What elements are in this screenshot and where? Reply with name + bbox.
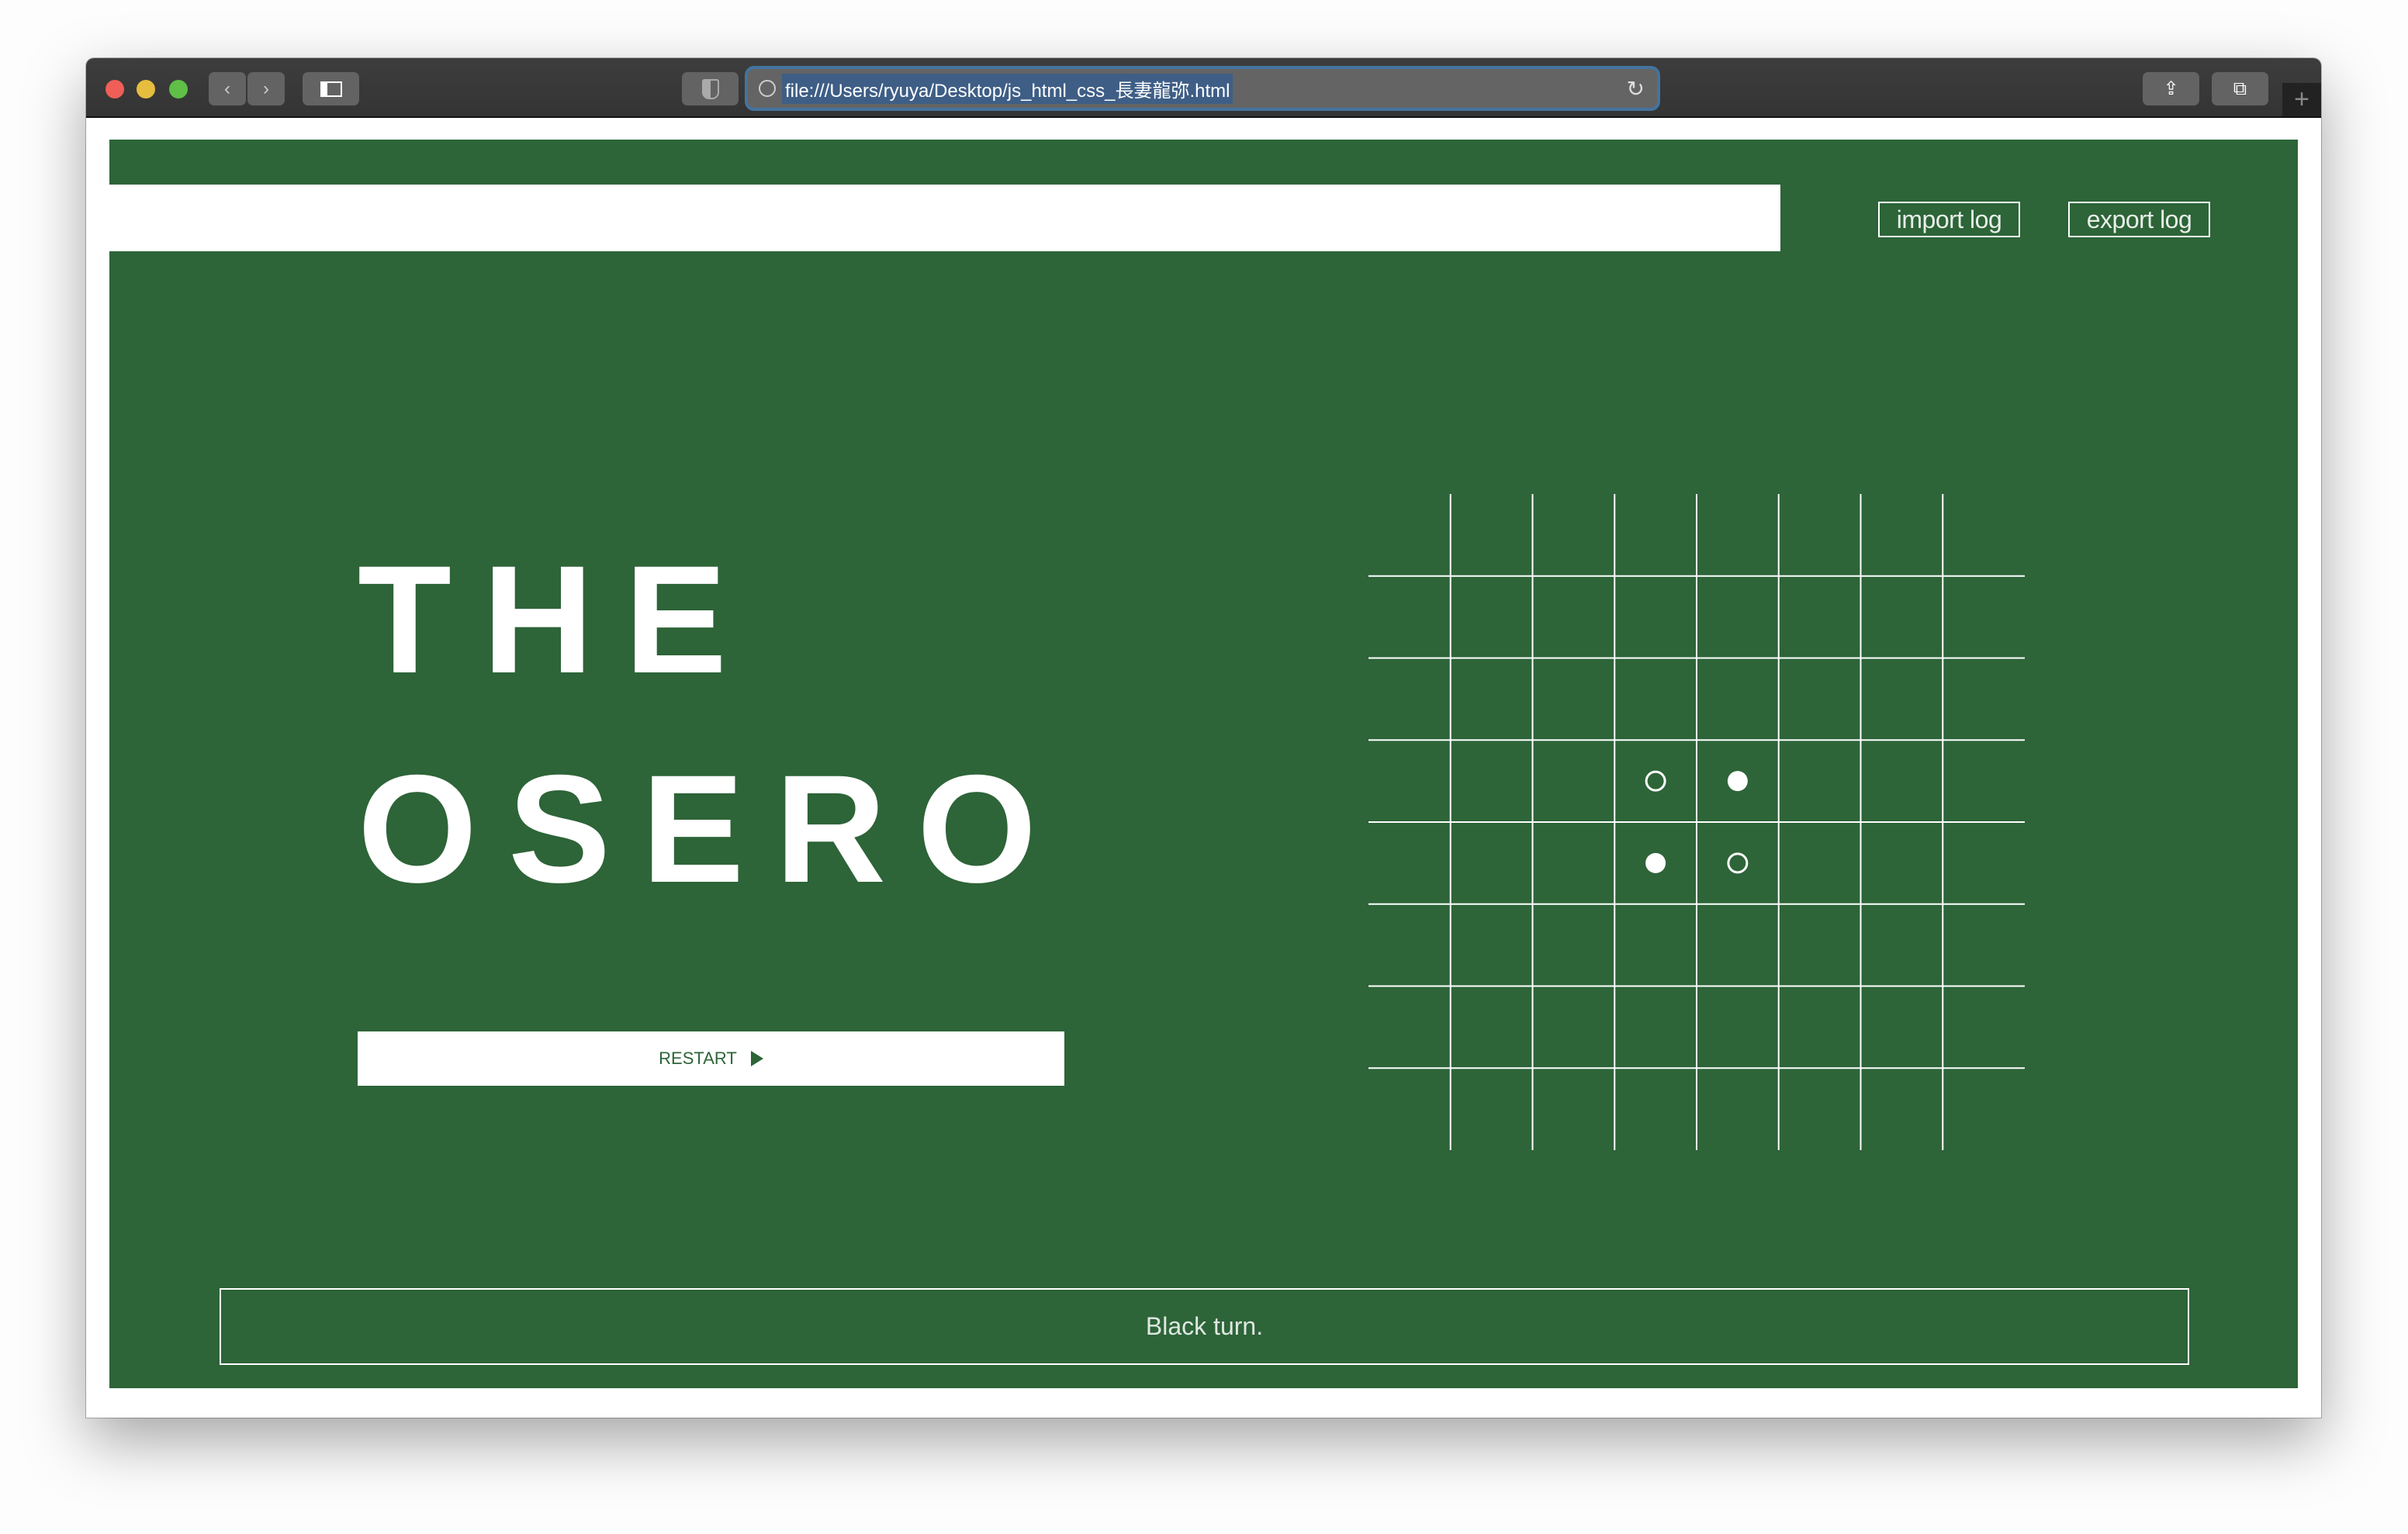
compass-icon xyxy=(759,80,776,97)
tabs-button[interactable]: ⧉ xyxy=(2212,72,2268,105)
title-bar: ‹ › file:///Users/ryuya/Desktop/js_html_… xyxy=(86,58,2321,118)
game-board[interactable] xyxy=(1368,494,2025,1150)
game-page: import log export log THE OSERO RESTART … xyxy=(109,140,2298,1388)
share-button[interactable]: ⇪ xyxy=(2143,72,2199,105)
header-bar xyxy=(109,185,1780,251)
address-bar[interactable]: file:///Users/ryuya/Desktop/js_html_css_… xyxy=(748,69,1657,108)
forward-button[interactable]: › xyxy=(247,72,285,105)
reload-icon[interactable]: ↻ xyxy=(1627,76,1645,102)
back-button[interactable]: ‹ xyxy=(209,72,246,105)
import-log-button[interactable]: import log xyxy=(1878,202,2020,237)
restart-label: RESTART xyxy=(659,1049,737,1068)
sidebar-button[interactable] xyxy=(303,72,359,105)
piece-filled xyxy=(1645,852,1666,873)
piece-filled xyxy=(1727,771,1748,792)
status-message: Black turn. xyxy=(220,1288,2189,1365)
close-button[interactable] xyxy=(106,80,124,98)
chevron-left-icon: ‹ xyxy=(224,78,230,99)
title-line-2: OSERO xyxy=(358,743,1068,914)
minimize-button[interactable] xyxy=(137,80,155,98)
new-tab-button[interactable]: + xyxy=(2282,83,2321,116)
sidebar-icon xyxy=(320,81,342,97)
tabs-icon: ⧉ xyxy=(2233,78,2247,99)
restart-button[interactable]: RESTART xyxy=(358,1031,1064,1086)
url-text: file:///Users/ryuya/Desktop/js_html_css_… xyxy=(782,73,1233,104)
export-log-button[interactable]: export log xyxy=(2068,202,2210,237)
chevron-right-icon: › xyxy=(263,78,269,99)
privacy-button[interactable] xyxy=(682,72,739,105)
zoom-button[interactable] xyxy=(169,80,188,98)
share-icon: ⇪ xyxy=(2163,78,2179,99)
shield-icon xyxy=(701,78,719,99)
piece-hollow xyxy=(1727,852,1749,874)
browser-window: ‹ › file:///Users/ryuya/Desktop/js_html_… xyxy=(86,58,2321,1418)
piece-hollow xyxy=(1645,770,1666,792)
play-icon xyxy=(750,1051,763,1066)
plus-icon: + xyxy=(2294,85,2309,114)
title-line-1: THE xyxy=(358,534,758,705)
